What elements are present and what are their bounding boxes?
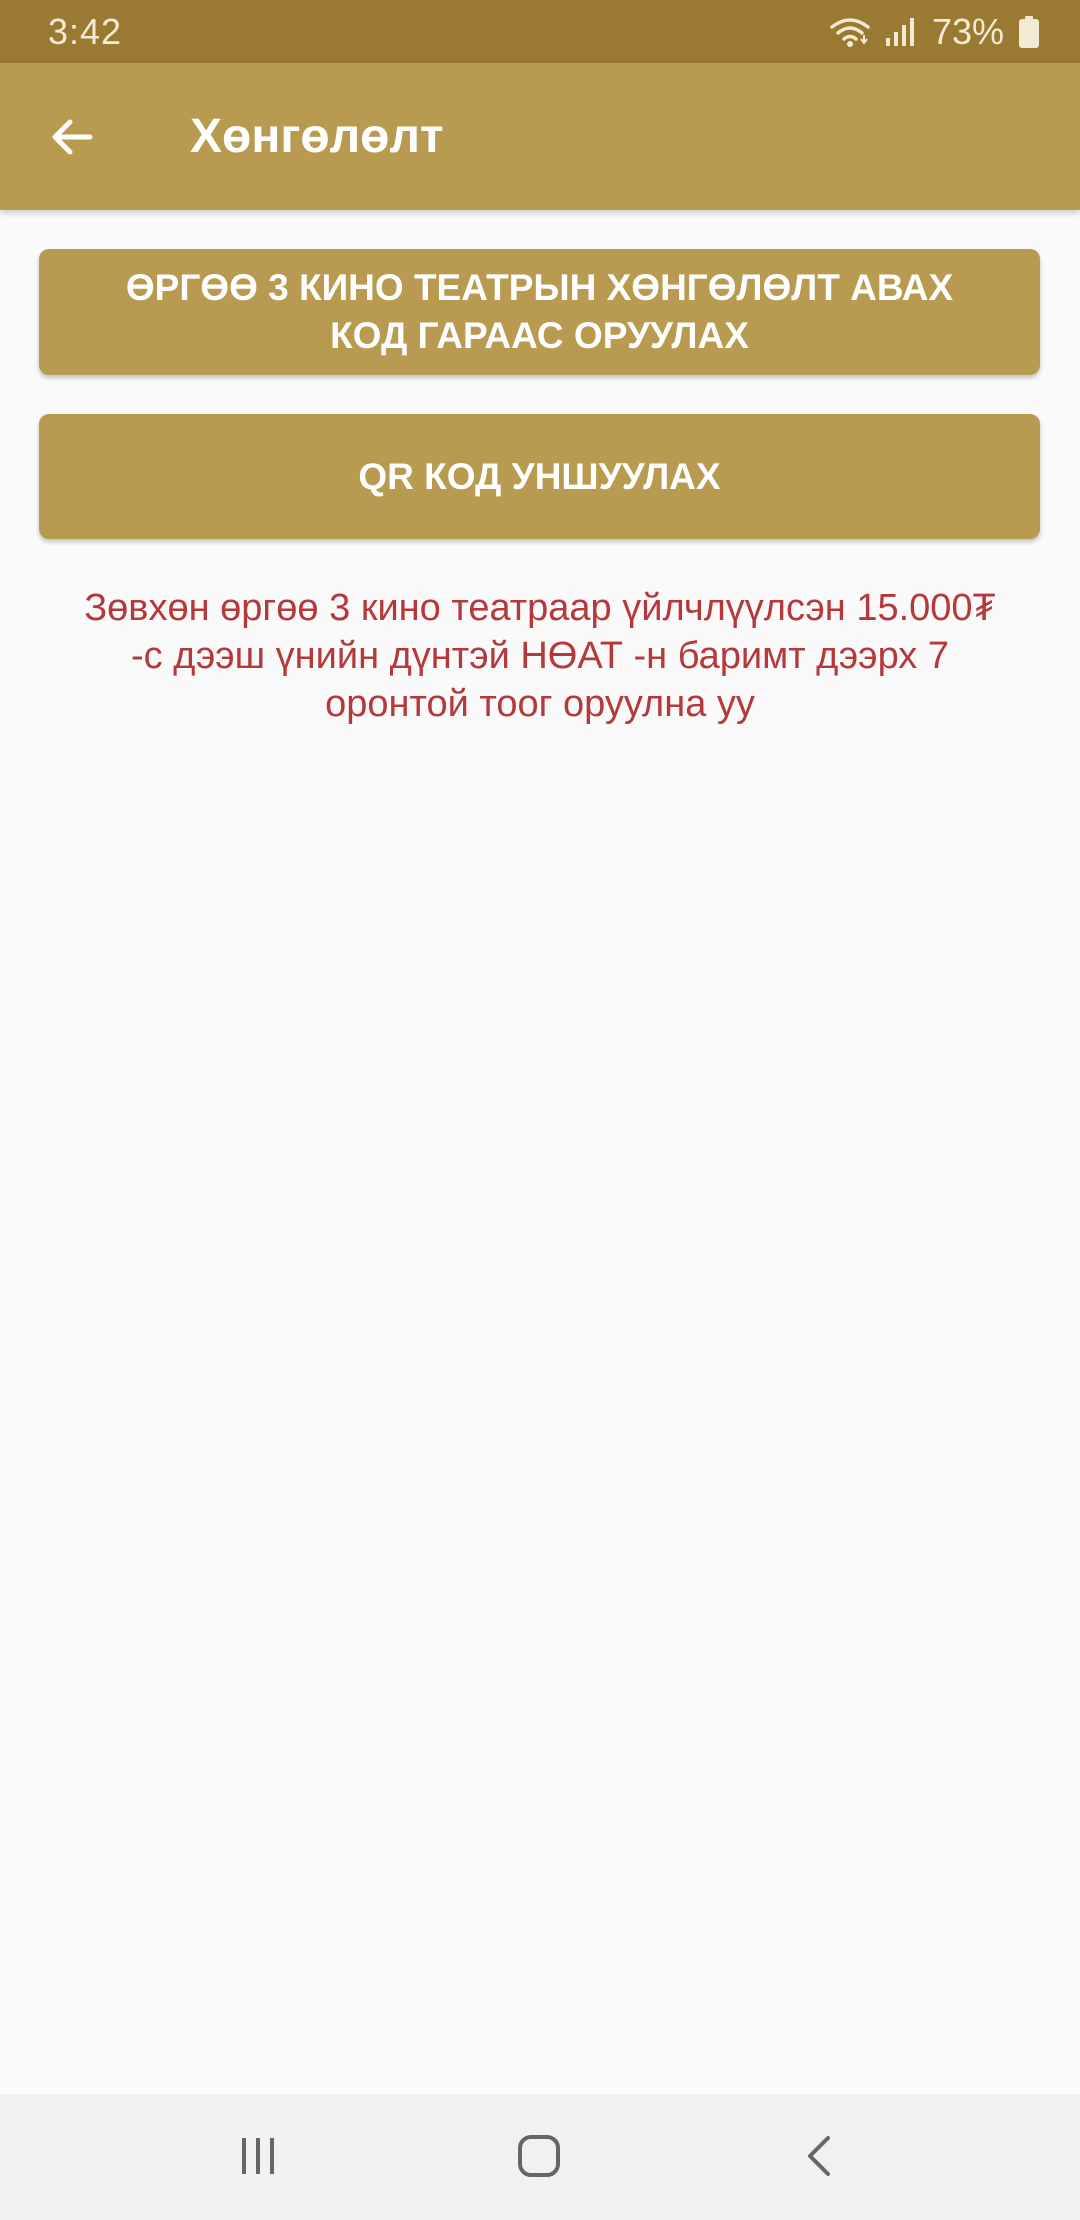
button-label-line-2: КОД ГАРААС ОРУУЛАХ bbox=[330, 315, 749, 356]
system-nav-bar bbox=[0, 2094, 1080, 2220]
home-icon bbox=[515, 2132, 563, 2185]
home-button[interactable] bbox=[503, 2122, 575, 2194]
back-icon bbox=[798, 2134, 842, 2183]
status-bar: 3:42 73% bbox=[0, 0, 1080, 63]
app-bar: Хөнгөлөлт bbox=[0, 63, 1080, 210]
screen: 3:42 73% Хөнгөлөлт ӨРГӨӨ 3 КИНО ТЕАТРЫН … bbox=[0, 0, 1080, 2220]
battery-percent: 73% bbox=[931, 11, 1004, 52]
status-time: 3:42 bbox=[48, 11, 123, 52]
battery-icon bbox=[1018, 15, 1040, 49]
instruction-line-2: -с дээш үнийн дүнтэй НӨАТ -н баримт дээр… bbox=[131, 635, 949, 677]
back-button[interactable] bbox=[36, 103, 108, 175]
wifi-icon bbox=[830, 15, 870, 49]
button-label-line-1: ӨРГӨӨ 3 КИНО ТЕАТРЫН ХӨНГӨЛӨЛТ АВАХ bbox=[125, 267, 954, 308]
instruction-line-1: Зөвхөн өргөө 3 кино театраар үйлчлүүлсэн… bbox=[84, 587, 996, 629]
status-icons: 73% bbox=[830, 8, 1040, 56]
nav-back-button[interactable] bbox=[784, 2122, 856, 2194]
enter-code-manually-label: ӨРГӨӨ 3 КИНО ТЕАТРЫН ХӨНГӨЛӨЛТ АВАХ КОД … bbox=[126, 264, 953, 360]
scan-qr-code-button[interactable]: QR КОД УНШУУЛАХ bbox=[39, 414, 1040, 539]
scan-qr-code-label: QR КОД УНШУУЛАХ bbox=[358, 455, 721, 497]
enter-code-manually-button[interactable]: ӨРГӨӨ 3 КИНО ТЕАТРЫН ХӨНГӨЛӨЛТ АВАХ КОД … bbox=[39, 249, 1040, 375]
instruction-text: Зөвхөн өргөө 3 кино театраар үйлчлүүлсэн… bbox=[40, 584, 1040, 728]
signal-icon bbox=[884, 16, 918, 48]
arrow-left-icon bbox=[48, 113, 96, 166]
page-title: Хөнгөлөлт bbox=[190, 110, 444, 163]
recent-apps-button[interactable] bbox=[222, 2122, 294, 2194]
instruction-line-3: оронтой тоог оруулна уу bbox=[325, 683, 755, 725]
recent-apps-icon bbox=[236, 2134, 280, 2183]
